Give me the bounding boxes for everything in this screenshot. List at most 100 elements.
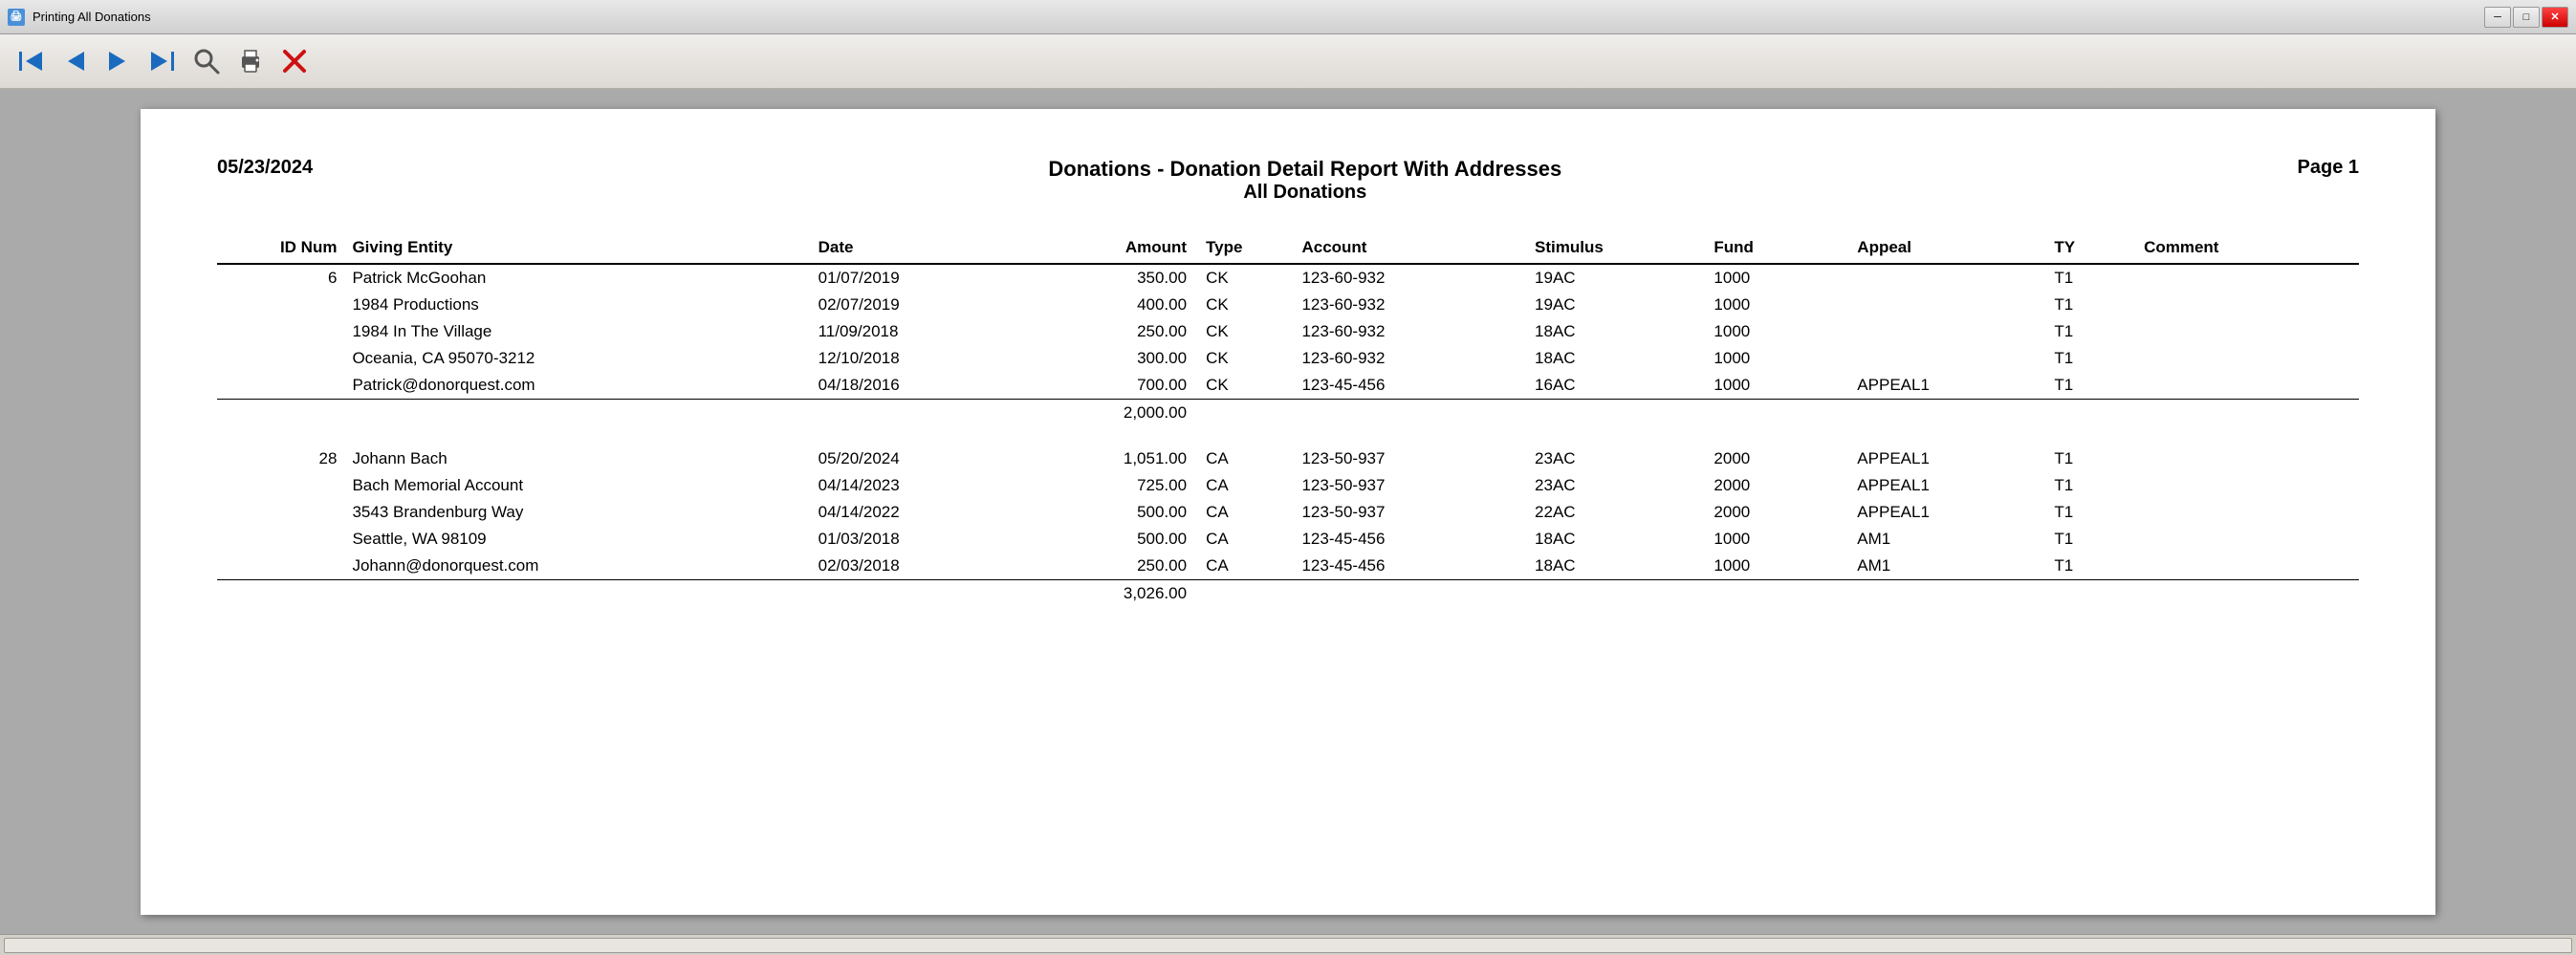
tx-account: 123-50-937 [1301,472,1535,499]
tx-appeal [1857,345,2054,372]
col-appeal: Appeal [1857,232,2054,264]
tx-stimulus: 22AC [1535,499,1714,526]
tx-appeal [1857,292,2054,318]
tx-ty: T1 [2054,292,2144,318]
col-fund: Fund [1714,232,1857,264]
close-window-button[interactable]: ✕ [2542,7,2568,28]
last-page-button[interactable] [143,42,182,80]
tx-date: 02/03/2018 [819,553,1015,580]
tx-appeal: APPEAL1 [1857,372,2054,400]
donor-id [217,318,352,345]
tx-fund: 1000 [1714,372,1857,400]
col-ty: TY [2054,232,2144,264]
donor-entity: Seattle, WA 98109 [352,526,818,553]
tx-date: 11/09/2018 [819,318,1015,345]
tx-amount: 1,051.00 [1015,445,1194,472]
tx-ty: T1 [2054,526,2144,553]
close-report-button[interactable] [275,42,314,80]
tx-amount: 250.00 [1015,553,1194,580]
tx-comment [2144,372,2359,400]
tx-amount: 500.00 [1015,499,1194,526]
donor-id [217,526,352,553]
tx-ty: T1 [2054,499,2144,526]
report-header: 05/23/2024 Donations - Donation Detail R… [217,157,2359,204]
tx-stimulus: 18AC [1535,318,1714,345]
report-title-main: Donations - Donation Detail Report With … [313,157,2297,182]
maximize-button[interactable]: □ [2513,7,2540,28]
tx-type: CK [1194,318,1301,345]
donor-id [217,553,352,580]
tx-appeal: APPEAL1 [1857,499,2054,526]
tx-ty: T1 [2054,553,2144,580]
table-row: 6Patrick McGoohan01/07/2019350.00CK123-6… [217,264,2359,292]
tx-ty: T1 [2054,472,2144,499]
col-amount: Amount [1015,232,1194,264]
table-row: Johann@donorquest.com02/03/2018250.00CA1… [217,553,2359,580]
col-account: Account [1301,232,1535,264]
donor-id [217,292,352,318]
tx-stimulus: 18AC [1535,526,1714,553]
tx-fund: 2000 [1714,499,1857,526]
print-button[interactable] [231,42,270,80]
tx-fund: 1000 [1714,318,1857,345]
tx-account: 123-45-456 [1301,372,1535,400]
window-title: Printing All Donations [33,10,2477,24]
tx-stimulus: 18AC [1535,553,1714,580]
col-date: Date [819,232,1015,264]
tx-stimulus: 23AC [1535,472,1714,499]
tx-account: 123-60-932 [1301,318,1535,345]
tx-stimulus: 19AC [1535,264,1714,292]
tx-date: 02/07/2019 [819,292,1015,318]
tx-ty: T1 [2054,445,2144,472]
donor-entity: Patrick McGoohan [352,264,818,292]
main-content-area: 05/23/2024 Donations - Donation Detail R… [0,90,2576,934]
tx-comment [2144,318,2359,345]
col-type: Type [1194,232,1301,264]
subtotal-row: 2,000.00 [217,400,2359,427]
tx-stimulus: 23AC [1535,445,1714,472]
horizontal-scrollbar[interactable] [4,938,2572,953]
tx-type: CA [1194,445,1301,472]
first-page-button[interactable] [11,42,50,80]
prev-page-button[interactable] [55,42,94,80]
tx-comment [2144,553,2359,580]
horizontal-scrollbar-area [0,934,2576,955]
tx-amount: 725.00 [1015,472,1194,499]
tx-fund: 2000 [1714,472,1857,499]
tx-amount: 400.00 [1015,292,1194,318]
tx-comment [2144,345,2359,372]
tx-date: 04/14/2023 [819,472,1015,499]
tx-type: CA [1194,526,1301,553]
donor-entity: 1984 In The Village [352,318,818,345]
col-id-num: ID Num [217,232,352,264]
donor-id [217,345,352,372]
tx-comment [2144,526,2359,553]
tx-date: 12/10/2018 [819,345,1015,372]
donor-entity: Bach Memorial Account [352,472,818,499]
tx-account: 123-60-932 [1301,292,1535,318]
window-controls: ─ □ ✕ [2484,7,2568,28]
donor-entity: Johann@donorquest.com [352,553,818,580]
next-page-button[interactable] [99,42,138,80]
tx-date: 01/03/2018 [819,526,1015,553]
donor-entity: Patrick@donorquest.com [352,372,818,400]
tx-account: 123-60-932 [1301,345,1535,372]
tx-appeal [1857,264,2054,292]
tx-type: CK [1194,372,1301,400]
toolbar [0,34,2576,90]
report-page: 05/23/2024 Donations - Donation Detail R… [141,109,2435,915]
tx-account: 123-45-456 [1301,553,1535,580]
search-button[interactable] [187,42,226,80]
tx-account: 123-45-456 [1301,526,1535,553]
tx-type: CK [1194,264,1301,292]
table-header-row: ID Num Giving Entity Date Amount Type Ac… [217,232,2359,264]
minimize-button[interactable]: ─ [2484,7,2511,28]
donor-entity: Oceania, CA 95070-3212 [352,345,818,372]
col-giving-entity: Giving Entity [352,232,818,264]
tx-appeal: AM1 [1857,526,2054,553]
tx-amount: 250.00 [1015,318,1194,345]
donor-id: 28 [217,445,352,472]
tx-type: CA [1194,472,1301,499]
tx-ty: T1 [2054,264,2144,292]
tx-comment [2144,472,2359,499]
